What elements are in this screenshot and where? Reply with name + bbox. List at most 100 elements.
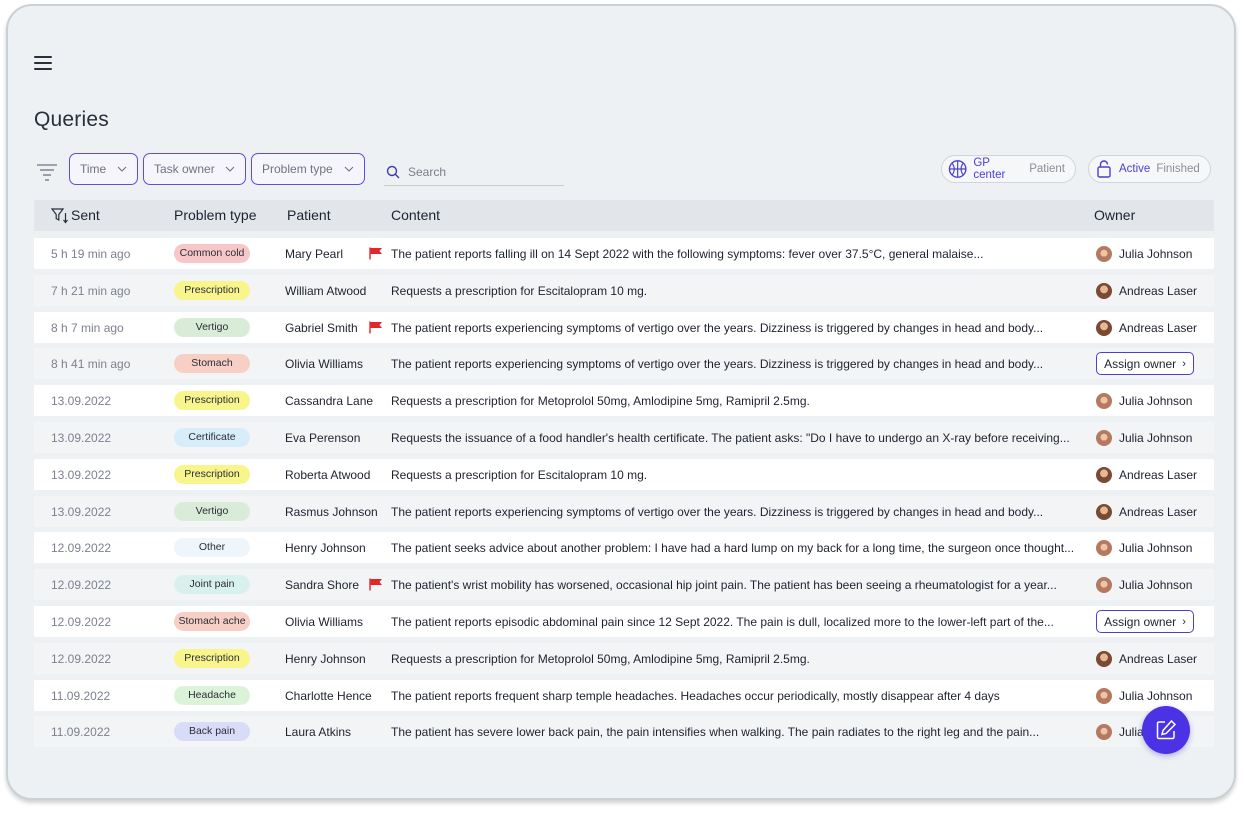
content-text: Requests a prescription for Metoprolol 5… (391, 394, 810, 409)
avatar (1096, 724, 1112, 741)
edit-icon (1156, 719, 1177, 740)
sent-time: 7 h 21 min ago (51, 283, 131, 298)
owner-name: Julia Johnson (1119, 394, 1193, 409)
owner-name: Julia Johnson (1119, 541, 1193, 556)
problem-type-badge: Prescription (174, 391, 250, 411)
owner[interactable]: Andreas Laser (1096, 282, 1198, 299)
patient-name: Mary Pearl (285, 247, 344, 261)
time-dropdown[interactable]: Time (69, 153, 138, 185)
col-sent[interactable]: Sent (71, 207, 100, 223)
table-row[interactable]: 13.09.2022 Prescription Roberta Atwood Requ… (34, 458, 1214, 490)
sent-time: 12.09.2022 (51, 615, 112, 629)
col-content[interactable]: Content (391, 207, 440, 223)
basketball-icon (948, 160, 967, 178)
owner[interactable]: Julia Johnson (1096, 430, 1192, 446)
content-text: Requests a prescription for Escitalopram… (391, 467, 648, 482)
table-row[interactable]: 8 h 7 min ago Vertigo Gabriel Smith The pat… (34, 311, 1214, 343)
owner[interactable]: Julia Johnson (1096, 246, 1192, 262)
search-placeholder: Search (408, 164, 447, 179)
table-row[interactable]: 12.09.2022 Prescription Henry Johnson Reque… (34, 642, 1214, 674)
assign-owner-button[interactable]: Assign owner › (1096, 352, 1194, 376)
table-row[interactable]: 12.09.2022 Stomach ache Olivia Williams The… (34, 606, 1214, 637)
gp-center-option[interactable]: GP center (973, 157, 1023, 181)
sent-time: 8 h 41 min ago (51, 357, 131, 372)
table-row[interactable]: 5 h 19 min ago Common cold Mary Pearl The p… (34, 238, 1214, 269)
patient-option[interactable]: Patient (1029, 163, 1065, 175)
flag-icon (369, 247, 382, 260)
patient-name: Eva Perenson (285, 431, 361, 445)
assign-owner-label: Assign owner (1104, 356, 1177, 371)
filter-lines-icon[interactable] (36, 160, 58, 182)
sent-time: 13.09.2022 (51, 467, 112, 482)
table-row[interactable]: 12.09.2022 Joint pain Sandra Shore The pati… (34, 569, 1214, 601)
sent-time: 5 h 19 min ago (51, 247, 131, 261)
table-row[interactable]: 11.09.2022 Back pain Laura Atkins The patie… (34, 716, 1214, 748)
owner-name: Andreas Laser (1119, 283, 1198, 298)
active-option[interactable]: Active (1119, 163, 1150, 175)
table-row[interactable]: 11.09.2022 Headache Charlotte Hence The pat… (34, 679, 1214, 711)
owner-name: Andreas Laser (1119, 651, 1198, 666)
sent-time: 13.09.2022 (51, 431, 112, 445)
table-row[interactable]: 13.09.2022 Certificate Eva Perenson Request… (34, 422, 1214, 453)
owner[interactable]: Andreas Laser (1096, 650, 1198, 667)
avatar (1096, 466, 1112, 483)
sent-time: 8 h 7 min ago (51, 320, 124, 335)
table-row[interactable]: 8 h 41 min ago Stomach Olivia Williams The … (34, 348, 1214, 380)
owner[interactable]: Julia Johnson (1096, 577, 1193, 594)
avatar (1096, 687, 1112, 704)
problem-type-dropdown-label: Problem type (262, 162, 333, 176)
table-row[interactable]: 12.09.2022 Other Henry Johnson The patient … (34, 532, 1214, 564)
chevron-down-icon (225, 166, 235, 172)
sent-time: 12.09.2022 (51, 541, 112, 556)
table-header: Sent Problem type Patient Content Owner (34, 200, 1214, 231)
patient-name: Sandra Shore (285, 578, 360, 593)
compose-button[interactable] (1142, 706, 1190, 754)
problem-type-badge: Back pain (174, 722, 250, 742)
problem-type-badge: Prescription (174, 648, 250, 668)
status-toggle[interactable]: Active Finished (1088, 155, 1211, 183)
avatar (1096, 430, 1112, 446)
avatar (1096, 282, 1112, 299)
col-problem-type[interactable]: Problem type (174, 207, 256, 223)
lock-icon (1097, 160, 1111, 178)
task-owner-dropdown[interactable]: Task owner (143, 153, 246, 185)
time-dropdown-label: Time (80, 162, 107, 176)
owner[interactable]: Julia Johnson (1096, 540, 1193, 557)
owner-name: Julia (1119, 725, 1144, 740)
avatar (1096, 393, 1112, 410)
hamburger-icon[interactable] (34, 54, 54, 70)
filter-sort-icon[interactable] (51, 208, 69, 224)
owner[interactable]: Julia Johnson (1096, 687, 1192, 704)
content-text: The patient reports falling ill on 14 Se… (391, 247, 984, 261)
problem-type-badge: Prescription (174, 464, 250, 484)
avatar (1096, 246, 1112, 262)
table-row[interactable]: 7 h 21 min ago Prescription William Atwood… (34, 274, 1214, 306)
problem-type-dropdown[interactable]: Problem type (251, 153, 365, 185)
patient-name: Laura Atkins (285, 725, 352, 740)
owner-name: Andreas Laser (1119, 320, 1198, 335)
owner[interactable]: Julia (1096, 724, 1144, 741)
chevron-down-icon (344, 166, 354, 172)
table-row[interactable]: 13.09.2022 Prescription Cassandra Lane Requ… (34, 385, 1214, 417)
content-text: The patient reports experiencing symptom… (391, 504, 1044, 519)
col-owner[interactable]: Owner (1094, 207, 1135, 223)
app-window: Queries Time Task owner Problem type Sea… (6, 4, 1236, 800)
owner[interactable]: Andreas Laser (1096, 319, 1198, 336)
avatar (1096, 650, 1112, 667)
search-input[interactable]: Search (384, 158, 564, 186)
owner[interactable]: Andreas Laser (1096, 466, 1197, 483)
patient-name: Henry Johnson (285, 651, 366, 666)
table-row[interactable]: 13.09.2022 Vertigo Rasmus Johnson The patie… (34, 495, 1214, 527)
assign-owner-button[interactable]: Assign owner › (1096, 610, 1194, 633)
owner[interactable]: Julia Johnson (1096, 393, 1193, 410)
center-toggle[interactable]: GP center Patient (941, 155, 1076, 183)
owner-name: Julia Johnson (1119, 578, 1193, 593)
finished-option[interactable]: Finished (1156, 163, 1199, 175)
flag-icon (369, 578, 382, 591)
chevron-down-icon (117, 166, 127, 172)
sent-time: 13.09.2022 (51, 394, 112, 409)
owner[interactable]: Andreas Laser (1096, 503, 1198, 520)
owner-name: Andreas Laser (1119, 504, 1198, 519)
col-patient[interactable]: Patient (287, 207, 331, 223)
patient-name: Rasmus Johnson (285, 504, 378, 519)
